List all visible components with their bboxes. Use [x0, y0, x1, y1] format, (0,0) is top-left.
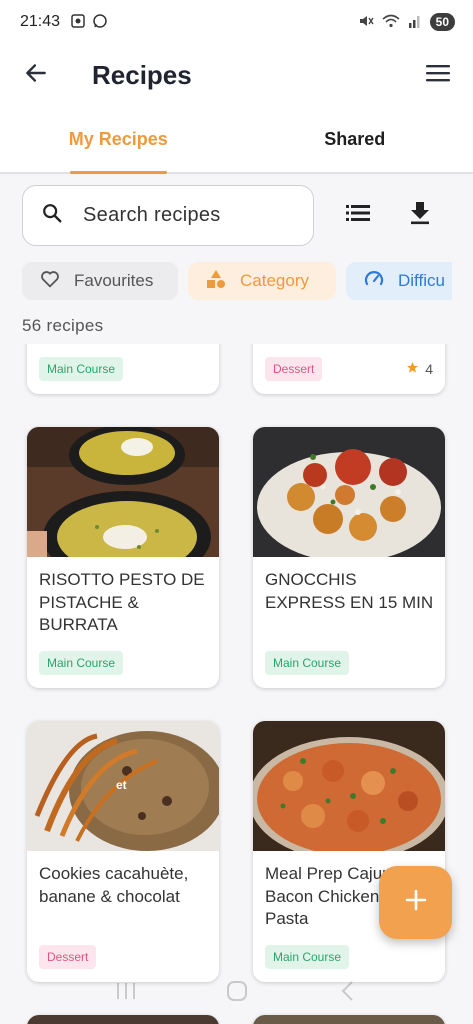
- hamburger-menu-icon: [425, 62, 451, 89]
- recents-icon: [115, 981, 137, 1006]
- tab-bar: My Recipes Shared: [0, 106, 473, 174]
- add-recipe-button[interactable]: [379, 866, 452, 939]
- status-bar: 21:43 50: [0, 0, 473, 44]
- list-view-button[interactable]: [340, 197, 376, 233]
- app-bar: Recipes: [0, 44, 473, 106]
- chevron-left-icon: [340, 980, 356, 1007]
- recipe-count: 56 recipes: [22, 316, 104, 335]
- mute-icon: [358, 13, 374, 32]
- screenshot-icon: [70, 13, 86, 32]
- recipe-image: et: [27, 721, 219, 851]
- battery-indicator: 50: [429, 13, 455, 31]
- image-caption: et: [116, 778, 127, 792]
- recipe-card[interactable]: Meal Prep Cajun Bacon Chicken Ranch Past…: [253, 721, 445, 982]
- back-button[interactable]: [20, 59, 52, 91]
- recipe-title: Cookies cacahuète, banane & chocolat: [39, 864, 189, 906]
- recents-button[interactable]: [111, 978, 141, 1008]
- menu-button[interactable]: [423, 60, 453, 90]
- recipe-card[interactable]: Dessert 4: [253, 344, 445, 394]
- category-badge: Main Course: [265, 651, 350, 675]
- search-input[interactable]: [83, 204, 283, 227]
- home-button[interactable]: [222, 978, 252, 1008]
- system-nav-bar: [0, 966, 473, 1020]
- recipe-card[interactable]: et Cookies cacahuète, banane & chocolat …: [27, 721, 219, 982]
- plus-icon: [405, 889, 427, 916]
- filter-category-label: Category: [240, 271, 309, 290]
- rating: 4: [406, 361, 433, 377]
- system-back-button[interactable]: [333, 978, 363, 1008]
- filter-difficulty[interactable]: Difficu: [346, 262, 452, 300]
- filter-category[interactable]: Category: [188, 262, 336, 300]
- download-button[interactable]: [402, 197, 438, 233]
- recipe-card[interactable]: GNOCCHIS EXPRESS EN 15 MIN Main Course: [253, 427, 445, 688]
- tab-shared[interactable]: Shared: [237, 106, 473, 172]
- category-shapes-icon: [206, 269, 226, 294]
- recipe-title: GNOCCHIS EXPRESS EN 15 MIN: [265, 570, 434, 612]
- recipe-image: [253, 427, 445, 557]
- arrow-left-icon: [23, 60, 49, 91]
- filter-chips: Favourites Category Difficu: [22, 262, 452, 300]
- tab-my-recipes[interactable]: My Recipes: [0, 106, 237, 174]
- status-time: 21:43: [20, 13, 61, 30]
- filter-difficulty-label: Difficu: [398, 271, 445, 290]
- category-badge: Dessert: [265, 357, 323, 381]
- recipe-image: [27, 427, 219, 557]
- whatsapp-icon: [92, 13, 108, 32]
- search-icon: [41, 202, 63, 229]
- page-title: Recipes: [92, 59, 192, 90]
- download-icon: [409, 201, 431, 230]
- recipe-title: RISOTTO PESTO DE PISTACHE & BURRATA: [39, 570, 205, 634]
- heart-outline-icon: [40, 270, 60, 293]
- filter-favourites[interactable]: Favourites: [22, 262, 178, 300]
- recipe-image: [253, 721, 445, 851]
- search-box[interactable]: [22, 185, 314, 246]
- list-view-icon: [346, 204, 370, 227]
- star-icon: [406, 361, 419, 377]
- category-badge: Main Course: [39, 651, 124, 675]
- recipe-card[interactable]: RISOTTO PESTO DE PISTACHE & BURRATA Main…: [27, 427, 219, 688]
- recipe-card[interactable]: Main Course: [27, 344, 219, 394]
- gauge-icon: [364, 269, 384, 294]
- home-icon: [226, 980, 248, 1007]
- rating-value: 4: [425, 361, 433, 377]
- category-badge: Main Course: [39, 357, 124, 381]
- filter-favourites-label: Favourites: [74, 271, 154, 290]
- wifi-icon: [382, 13, 400, 32]
- signal-icon: [408, 13, 422, 32]
